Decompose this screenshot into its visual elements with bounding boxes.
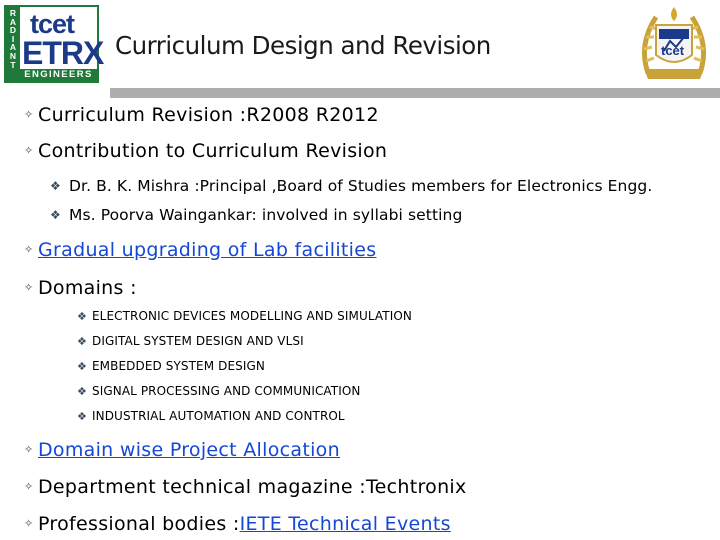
bullet-icon: ✧ bbox=[24, 108, 34, 121]
bullet-icon: ❖ bbox=[50, 179, 61, 193]
bullet-icon: ❖ bbox=[77, 360, 87, 373]
bullet-icon: ❖ bbox=[50, 208, 61, 222]
logo-side-text: RADIANT bbox=[6, 7, 20, 81]
domain-item: INDUSTRIAL AUTOMATION AND CONTROL bbox=[92, 409, 345, 423]
bullet-icon: ✧ bbox=[24, 281, 34, 294]
domain-item: SIGNAL PROCESSING AND COMMUNICATION bbox=[92, 384, 361, 398]
domain-item: ELECTRONIC DEVICES MODELLING AND SIMULAT… bbox=[92, 309, 412, 323]
domains-heading: Domains : bbox=[38, 277, 137, 299]
contribution-text: Contribution to Curriculum Revision bbox=[38, 140, 388, 162]
iete-events-link[interactable]: IETE Technical Events bbox=[240, 513, 451, 535]
bullet-icon: ✧ bbox=[24, 517, 34, 530]
magazine-text: Department technical magazine :Techtroni… bbox=[38, 476, 467, 498]
lab-facilities-link[interactable]: Gradual upgrading of Lab facilities bbox=[38, 239, 376, 261]
etrx-logo: RADIANT tcet ETRX ENGINEERS bbox=[4, 5, 104, 83]
professional-bodies-line: Professional bodies :IETE Technical Even… bbox=[38, 513, 451, 535]
project-allocation-link[interactable]: Domain wise Project Allocation bbox=[38, 439, 340, 461]
logo-etrx-text: ETRX bbox=[22, 35, 104, 71]
domain-item: DIGITAL SYSTEM DESIGN AND VLSI bbox=[92, 334, 304, 348]
bullet-icon: ❖ bbox=[77, 335, 87, 348]
crest-tcet-text: tcet bbox=[661, 43, 685, 58]
tcet-crest-logo: tcet bbox=[634, 3, 714, 85]
bullet-icon: ❖ bbox=[77, 310, 87, 323]
page-title: Curriculum Design and Revision bbox=[115, 31, 491, 60]
header-divider bbox=[110, 88, 720, 98]
domain-item: EMBEDDED SYSTEM DESIGN bbox=[92, 359, 265, 373]
mishra-text: Dr. B. K. Mishra :Principal ,Board of St… bbox=[69, 177, 653, 195]
bullet-icon: ❖ bbox=[77, 385, 87, 398]
professional-bodies-label: Professional bodies : bbox=[38, 513, 240, 535]
waingankar-text: Ms. Poorva Waingankar: involved in sylla… bbox=[69, 206, 463, 224]
bullet-icon: ✧ bbox=[24, 243, 34, 256]
bullet-icon: ✧ bbox=[24, 443, 34, 456]
bullet-icon: ✧ bbox=[24, 144, 34, 157]
curriculum-revision-text: Curriculum Revision :R2008 R2012 bbox=[38, 104, 379, 126]
bullet-icon: ✧ bbox=[24, 480, 34, 493]
bullet-icon: ❖ bbox=[77, 410, 87, 423]
logo-engineers-text: ENGINEERS bbox=[20, 69, 97, 81]
